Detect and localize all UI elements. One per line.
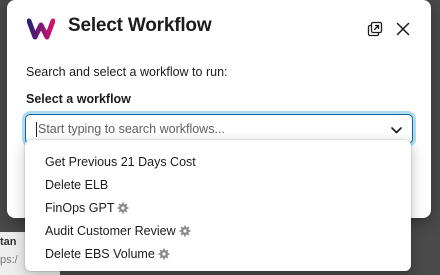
workflow-logo-icon xyxy=(27,18,55,40)
workflow-option-label: FinOps GPT xyxy=(45,200,115,215)
workflow-option-label: Audit Customer Review xyxy=(45,223,176,238)
open-in-window-icon[interactable] xyxy=(365,19,385,39)
background-text-fragment: tan xyxy=(0,236,17,248)
gear-icon xyxy=(158,248,170,260)
modal-description: Search and select a workflow to run: xyxy=(26,65,228,79)
gear-icon xyxy=(179,225,191,237)
gear-icon xyxy=(117,202,129,214)
workflow-search-input[interactable] xyxy=(38,120,368,138)
workflow-options-list: Get Previous 21 Days Cost Delete ELB Fin… xyxy=(25,140,411,271)
modal-title: Select Workflow xyxy=(68,15,212,36)
workflow-option[interactable]: Delete EBS Volume xyxy=(25,242,411,265)
workflow-option[interactable]: Delete ELB xyxy=(25,173,411,196)
chevron-down-icon[interactable] xyxy=(389,123,403,137)
text-cursor xyxy=(36,122,37,137)
workflow-option[interactable]: Audit Customer Review xyxy=(25,219,411,242)
workflow-option-label: Delete ELB xyxy=(45,177,109,192)
background-link-fragment: ps:/ xyxy=(0,254,18,266)
workflow-option-label: Get Previous 21 Days Cost xyxy=(45,154,196,169)
workflow-field-label: Select a workflow xyxy=(26,92,131,106)
workflow-option[interactable]: Get Previous 21 Days Cost xyxy=(25,150,411,173)
workflow-option[interactable]: FinOps GPT xyxy=(25,196,411,219)
workflow-option-label: Delete EBS Volume xyxy=(45,246,155,261)
close-icon[interactable] xyxy=(393,19,413,39)
